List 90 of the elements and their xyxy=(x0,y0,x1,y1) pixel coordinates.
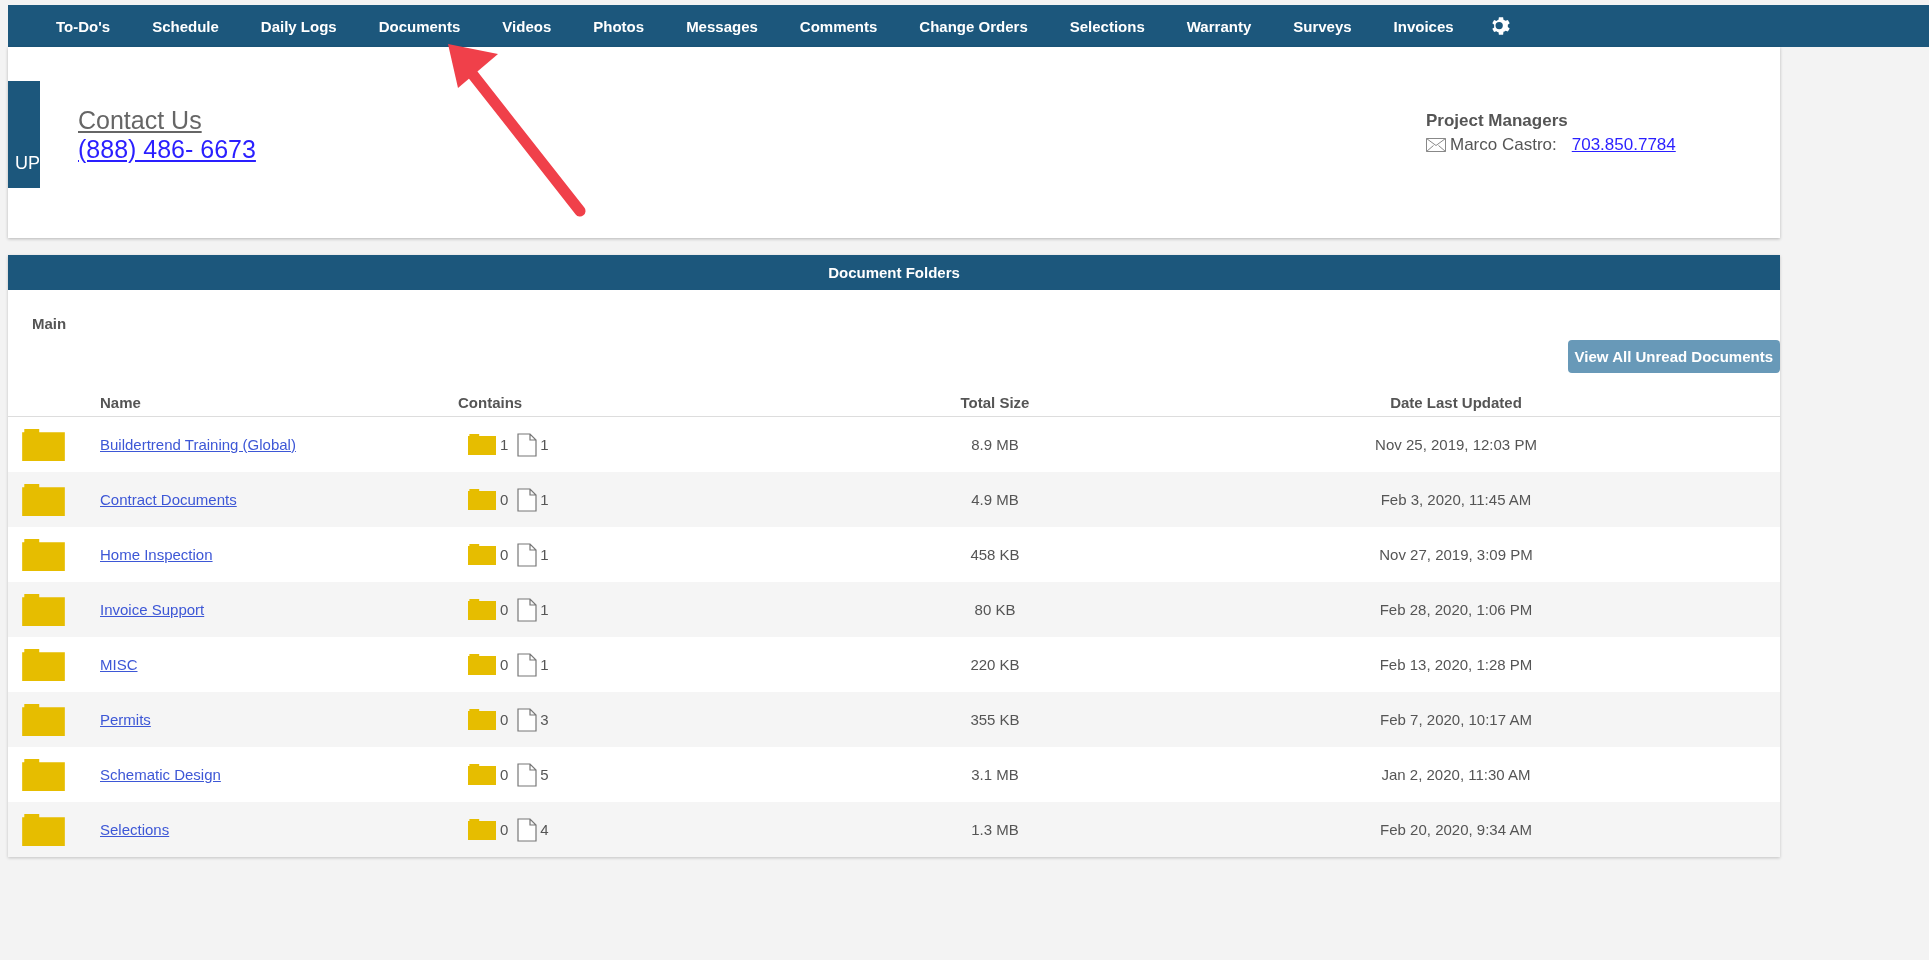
folder-count: 0 xyxy=(500,546,509,563)
file-icon xyxy=(517,487,538,512)
folder-count: 0 xyxy=(500,656,509,673)
nav-tab[interactable]: Selections xyxy=(1048,17,1166,35)
folder-link[interactable]: Permits xyxy=(100,710,151,728)
column-header: Date Last Updated xyxy=(1390,393,1522,411)
folder-icon xyxy=(467,764,497,785)
folder-link[interactable]: Buildertrend Training (Global) xyxy=(100,435,296,453)
folder-count: 0 xyxy=(500,821,509,838)
manager-phone-link[interactable]: 703.850.7784 xyxy=(1571,134,1676,155)
nav-tab[interactable]: Schedule xyxy=(131,17,240,35)
date-cell: Jan 2, 2020, 11:30 AM xyxy=(1381,766,1531,783)
folder-count: 0 xyxy=(500,711,509,728)
date-cell: Nov 27, 2019, 3:09 PM xyxy=(1379,546,1533,563)
nav-tab[interactable]: Change Orders xyxy=(898,17,1049,35)
folder-icon xyxy=(467,709,497,730)
folder-link[interactable]: Home Inspection xyxy=(100,545,213,563)
folder-icon xyxy=(467,599,497,620)
nav-tab[interactable]: Videos xyxy=(481,17,573,35)
file-icon xyxy=(517,542,538,567)
folder-icon xyxy=(467,434,497,455)
file-count: 1 xyxy=(540,491,549,508)
logo: UP xyxy=(8,81,40,188)
contact-us-link[interactable]: Contact Us xyxy=(78,105,256,135)
folder-link[interactable]: MISC xyxy=(100,655,138,673)
size-cell: 1.3 MB xyxy=(971,821,1019,838)
breadcrumb: Main xyxy=(32,315,67,332)
nav-tab[interactable]: To-Do's xyxy=(35,17,132,35)
folder-count: 0 xyxy=(500,601,509,618)
folder-icon xyxy=(20,648,67,681)
folder-count: 1 xyxy=(500,436,509,453)
date-cell: Feb 7, 2020, 10:17 AM xyxy=(1380,711,1532,728)
file-icon xyxy=(517,707,538,732)
date-cell: Feb 28, 2020, 1:06 PM xyxy=(1379,601,1533,618)
folder-icon xyxy=(20,758,67,791)
file-count: 1 xyxy=(540,601,549,618)
phone-link[interactable]: (888) 486- 6673 xyxy=(78,134,256,164)
date-cell: Feb 20, 2020, 9:34 AM xyxy=(1380,821,1532,838)
file-count: 4 xyxy=(540,821,549,838)
column-header: Contains xyxy=(458,393,523,411)
project-managers-heading: Project Managers xyxy=(1426,110,1569,131)
folder-icon xyxy=(467,544,497,565)
file-icon xyxy=(517,652,538,677)
file-icon xyxy=(517,762,538,787)
folder-icon xyxy=(467,654,497,675)
manager-name: Marco Castro: xyxy=(1450,134,1557,155)
folder-icon xyxy=(20,538,67,571)
envelope-icon[interactable] xyxy=(1426,137,1446,152)
file-count: 5 xyxy=(540,766,549,783)
folder-icon xyxy=(20,483,67,516)
folder-icon xyxy=(467,489,497,510)
file-icon xyxy=(517,597,538,622)
date-cell: Feb 13, 2020, 1:28 PM xyxy=(1379,656,1533,673)
nav-tab[interactable]: Photos xyxy=(572,17,666,35)
size-cell: 3.1 MB xyxy=(971,766,1019,783)
folder-count: 0 xyxy=(500,491,509,508)
folder-link[interactable]: Schematic Design xyxy=(100,765,221,783)
folder-link[interactable]: Invoice Support xyxy=(100,600,205,618)
nav-tab[interactable]: Messages xyxy=(665,17,779,35)
size-cell: 458 KB xyxy=(970,546,1020,563)
file-count: 3 xyxy=(540,711,549,728)
date-cell: Feb 3, 2020, 11:45 AM xyxy=(1380,491,1532,508)
nav-tab[interactable]: Surveys xyxy=(1272,17,1373,35)
folder-link[interactable]: Contract Documents xyxy=(100,490,237,508)
file-count: 1 xyxy=(540,436,549,453)
size-cell: 355 KB xyxy=(970,711,1020,728)
size-cell: 4.9 MB xyxy=(971,491,1019,508)
nav-tab[interactable]: Documents xyxy=(357,17,482,35)
column-header: Total Size xyxy=(960,393,1030,411)
folder-count: 0 xyxy=(500,766,509,783)
folder-icon xyxy=(467,819,497,840)
nav-tab[interactable]: Warranty xyxy=(1165,17,1273,35)
folder-icon xyxy=(20,593,67,626)
size-cell: 8.9 MB xyxy=(971,436,1019,453)
panel-title-bar: Document Folders xyxy=(8,255,1780,290)
folder-icon xyxy=(20,813,67,846)
file-count: 1 xyxy=(540,546,549,563)
folder-link[interactable]: Selections xyxy=(100,820,170,838)
column-header: Name xyxy=(100,393,141,411)
nav-tab[interactable]: Comments xyxy=(778,17,899,35)
size-cell: 220 KB xyxy=(970,656,1020,673)
file-icon xyxy=(517,432,538,457)
size-cell: 80 KB xyxy=(974,601,1016,618)
nav-tab[interactable]: Invoices xyxy=(1372,17,1475,35)
file-count: 1 xyxy=(540,656,549,673)
folder-icon xyxy=(20,703,67,736)
folder-icon xyxy=(20,428,67,461)
nav-tab[interactable]: Daily Logs xyxy=(239,17,358,35)
date-cell: Nov 25, 2019, 12:03 PM xyxy=(1375,436,1537,453)
file-icon xyxy=(517,817,538,842)
